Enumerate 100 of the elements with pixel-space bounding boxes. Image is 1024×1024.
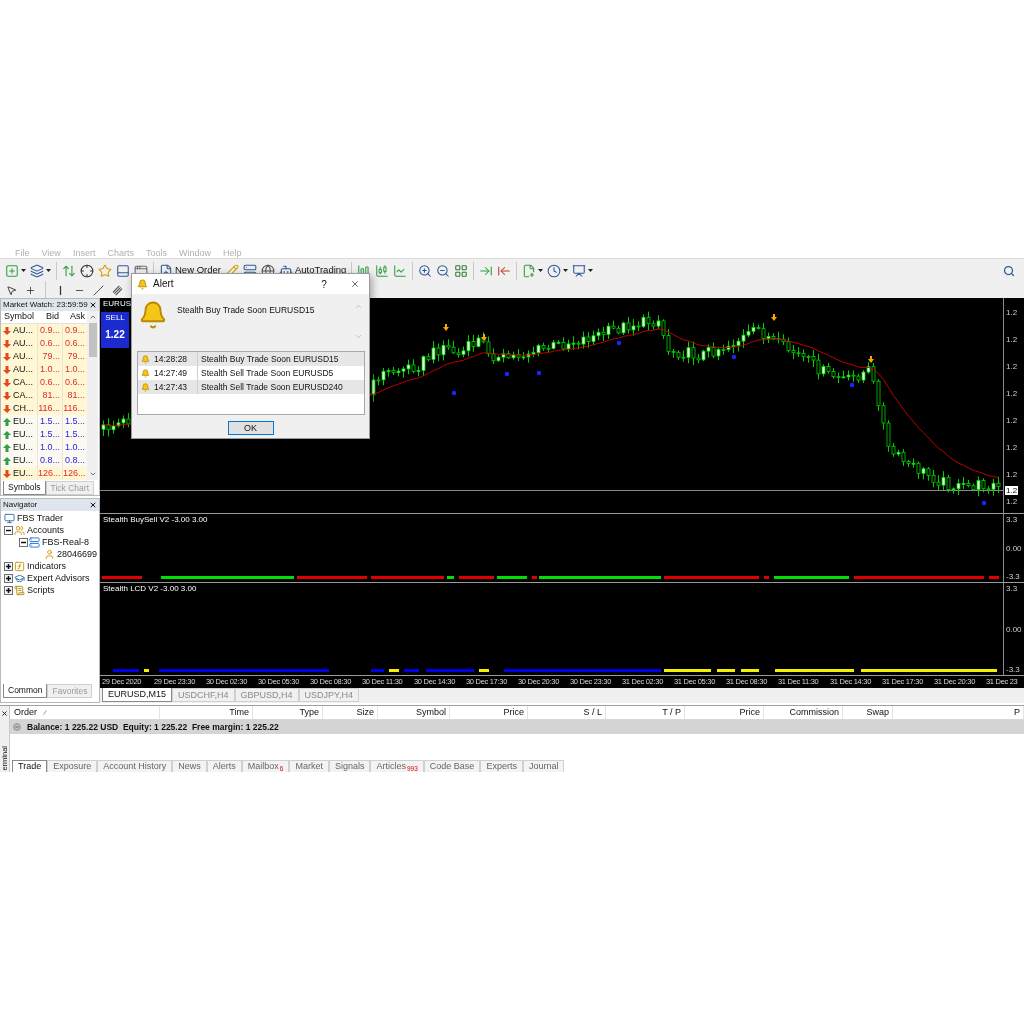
tree-item[interactable]: FBS Trader <box>17 513 63 523</box>
quote-row[interactable]: CA... 81... 81... <box>1 389 87 402</box>
alert-row[interactable]: 14:27:43 Stealth Sell Trade Soon EURUSD240 <box>138 380 364 394</box>
tree-item[interactable]: FBS-Real-8 <box>42 537 89 547</box>
signal-bar <box>497 576 527 579</box>
down-arrow-icon <box>771 314 777 321</box>
quote-row[interactable]: EU... 1.5... 1.5... <box>1 415 87 428</box>
search-icon[interactable] <box>1003 264 1015 277</box>
expand-icon[interactable] <box>4 585 13 595</box>
close-icon[interactable] <box>89 501 97 509</box>
panel-title: Market Watch: 23:59:59 <box>3 301 88 309</box>
symbol-cell-text: AU... <box>13 362 33 376</box>
plus-square-icon <box>5 263 19 278</box>
panel-tab[interactable]: Symbols <box>3 481 46 495</box>
quote-row[interactable]: AU... 0.9... 0.9... <box>1 324 87 337</box>
close-icon[interactable] <box>89 301 97 309</box>
sell-button[interactable]: SELL 1.22 <box>101 312 129 348</box>
column-header[interactable]: Price <box>503 705 524 720</box>
caret-icon <box>588 269 594 272</box>
close-icon[interactable] <box>1 710 8 717</box>
tree-item[interactable]: Indicators <box>27 561 67 571</box>
column-header[interactable]: Time <box>229 705 249 720</box>
ok-button[interactable]: OK <box>227 421 274 435</box>
axis-label: 3.3 <box>1006 584 1018 593</box>
tree-item[interactable]: 28046699 <box>57 549 98 559</box>
terminal-tab[interactable]: Alerts <box>206 760 242 772</box>
column-header[interactable]: Commission <box>789 705 839 720</box>
tree-item[interactable]: Expert Advisors <box>27 573 90 583</box>
axis-label: 1.2 <box>1006 443 1018 452</box>
terminal-tab[interactable]: Exposure <box>47 760 98 772</box>
zoom-in-icon <box>418 263 433 278</box>
quote-row[interactable]: EU... 1.5... 1.5... <box>1 428 87 441</box>
alert-message: Stealth Buy Trade Soon EURUSD15 <box>201 354 339 364</box>
terminal-tab[interactable]: Signals <box>328 760 371 772</box>
quote-row[interactable]: AU... 1.0... 1.0... <box>1 363 87 376</box>
column-header[interactable]: Bid <box>37 310 62 324</box>
quote-row[interactable]: AU... 0.6... 0.6... <box>1 337 87 350</box>
column-header[interactable]: P <box>1014 705 1020 720</box>
terminal-tab[interactable]: News <box>172 760 207 772</box>
chevron-up-icon[interactable] <box>88 313 97 321</box>
collapse-icon[interactable] <box>4 525 13 535</box>
symbol-cell-text: EU... <box>13 466 33 480</box>
column-header[interactable]: Ask <box>62 310 87 324</box>
dot-marker-icon <box>451 390 457 396</box>
alert-time: 14:28:28 <box>154 354 189 364</box>
signal-bar <box>459 576 494 579</box>
server-icon <box>29 536 40 548</box>
quote-row[interactable]: CH... 116... 116... <box>1 402 87 415</box>
line-chart-icon <box>393 263 408 278</box>
chevron-down-icon[interactable] <box>88 470 97 478</box>
quote-row[interactable]: EU... 0.8... 0.8... <box>1 454 87 467</box>
column-header[interactable]: Price <box>739 705 760 720</box>
signal-bar <box>113 669 139 672</box>
quote-row[interactable]: AU... 79... 79... <box>1 350 87 363</box>
trendline-button[interactable] <box>91 283 106 297</box>
symbol-cell-text: EU... <box>13 453 33 467</box>
quote-row[interactable]: EU... 126... 126... <box>1 467 87 480</box>
cursor-button[interactable] <box>4 283 19 297</box>
signal-bar <box>144 669 149 672</box>
expand-icon[interactable] <box>4 573 13 583</box>
quote-row[interactable]: EU... 1.0... 1.0... <box>1 441 87 454</box>
collapse-icon[interactable] <box>19 537 28 547</box>
symbol-cell-text: EU... <box>13 440 33 454</box>
axis-label: 1.2 <box>1006 335 1018 344</box>
column-header[interactable]: S / L <box>583 705 602 720</box>
terminal-tab[interactable]: Market <box>289 760 329 772</box>
column-header[interactable]: Order <box>14 705 37 720</box>
dot-marker-icon <box>849 382 855 388</box>
alert-message: Stealth Sell Trade Soon EURUSD5 <box>201 368 334 378</box>
signal-bar <box>479 669 489 672</box>
signal-bar <box>532 576 537 579</box>
column-header[interactable]: Swap <box>866 705 889 720</box>
symbol-cell-text: AU... <box>13 349 33 363</box>
terminal-tab[interactable]: Code Base <box>423 760 481 772</box>
axis-label: -3.3 <box>1006 572 1020 581</box>
terminal-tab[interactable]: Account History <box>97 760 173 772</box>
panel-tab[interactable]: Common <box>3 684 48 698</box>
terminal-tab[interactable]: Experts <box>480 760 523 772</box>
alert-row[interactable]: 14:28:28 Stealth Buy Trade Soon EURUSD15 <box>138 352 364 366</box>
scroll-icon <box>14 584 25 596</box>
tree-item[interactable]: Accounts <box>27 525 65 535</box>
column-header[interactable]: T / P <box>662 705 681 720</box>
quote-row[interactable]: CA... 0.6... 0.6... <box>1 376 87 389</box>
terminal-tab[interactable]: Trade <box>12 760 48 772</box>
symbol-cell-text: EU... <box>13 427 33 441</box>
signal-bar <box>764 576 769 579</box>
clock-icon <box>547 263 562 278</box>
column-header[interactable]: Symbol <box>1 310 37 324</box>
terminal-tab[interactable]: Journal <box>522 760 565 772</box>
scrollbar-thumb[interactable] <box>88 323 97 357</box>
column-header[interactable]: Type <box>299 705 319 720</box>
expand-icon[interactable] <box>4 561 13 571</box>
column-header[interactable]: Size <box>356 705 374 720</box>
dot-marker-icon <box>981 500 987 506</box>
minus-circle-icon <box>13 723 21 731</box>
chart-tab[interactable]: EURUSD,M15 <box>102 688 172 702</box>
column-header[interactable]: Symbol <box>416 705 446 720</box>
crosshair-icon <box>80 263 94 278</box>
caret-icon <box>46 269 51 272</box>
tree-item[interactable]: Scripts <box>27 585 55 595</box>
